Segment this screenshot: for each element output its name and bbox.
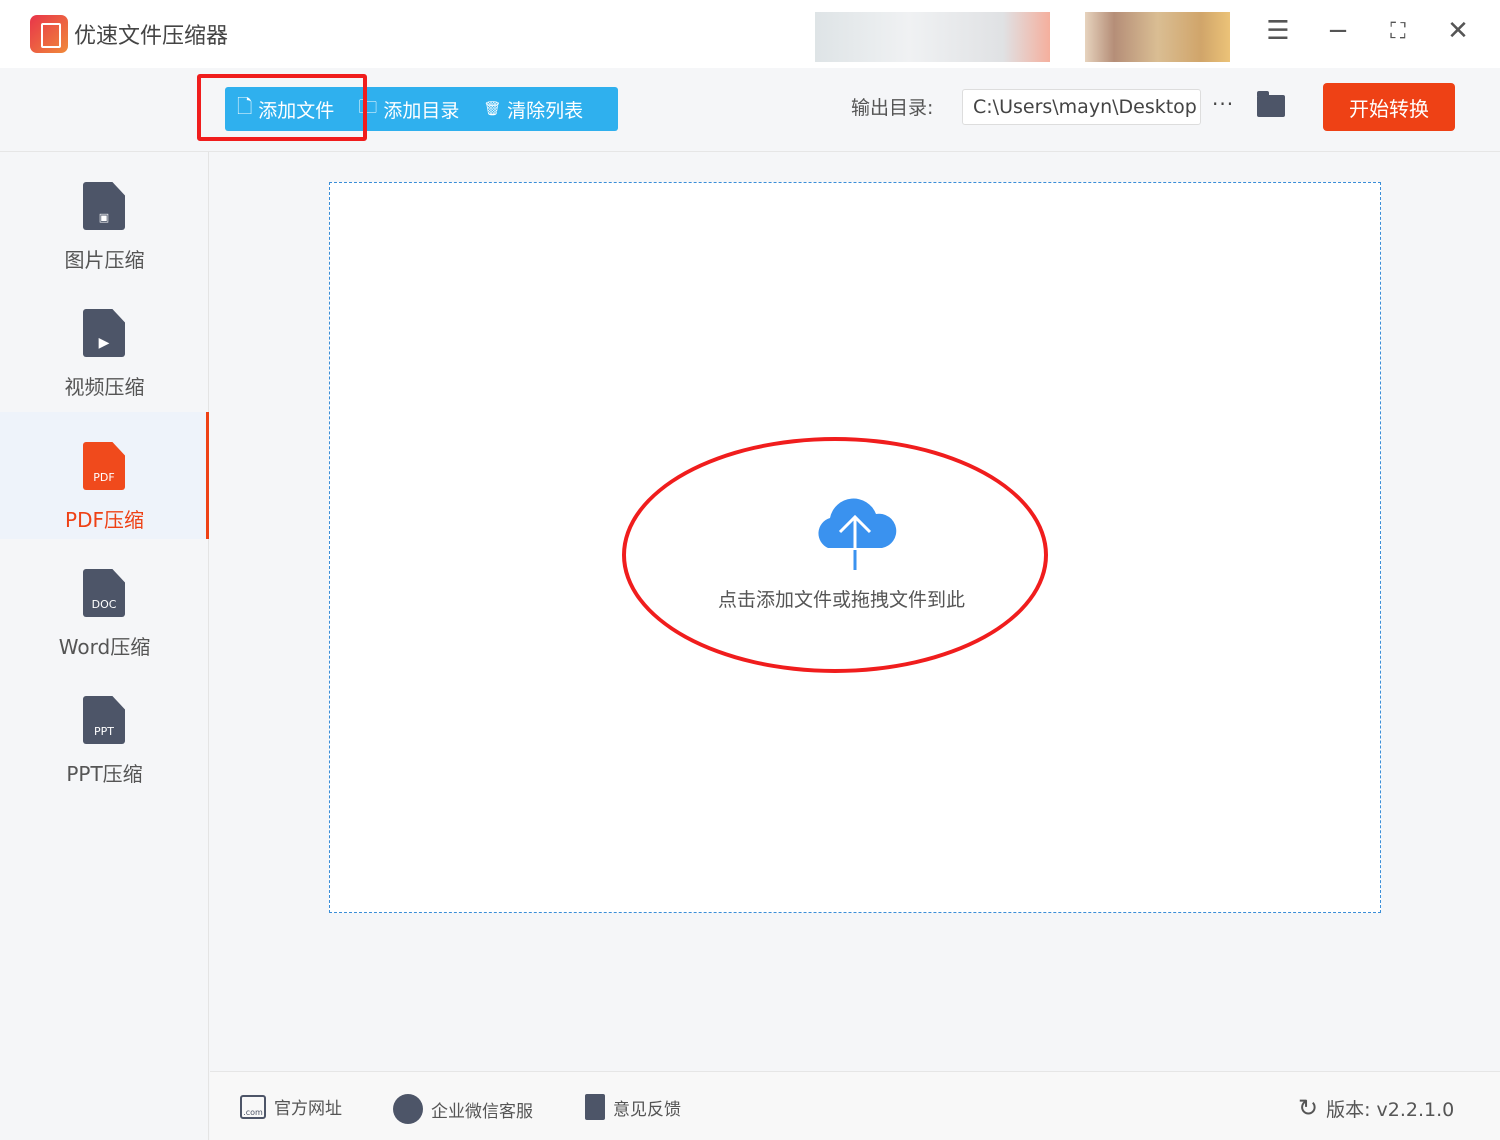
highlight-box-annotation	[197, 74, 367, 141]
sidebar-item-image[interactable]: ▣ 图片压缩	[0, 152, 209, 279]
clear-list-button[interactable]: 🗑 清除列表	[471, 87, 595, 131]
minimize-icon[interactable]: −	[1320, 16, 1356, 46]
clear-list-label: 清除列表	[507, 96, 583, 123]
wechat-support-link[interactable]: 企业微信客服	[393, 1094, 533, 1124]
refresh-icon: ↻	[1298, 1094, 1318, 1122]
blurred-avatar	[1085, 12, 1230, 62]
open-folder-icon[interactable]	[1257, 95, 1285, 117]
website-label: 官方网址	[274, 1094, 342, 1119]
sidebar: ▣ 图片压缩 ▶ 视频压缩 PDF PDF压缩 DOC Word压缩 PPT PPT压缩	[0, 152, 209, 1140]
feedback-icon	[585, 1094, 605, 1120]
sidebar-item-label: 图片压缩	[0, 244, 209, 273]
ppt-file-icon: PPT	[83, 696, 125, 744]
sidebar-item-pdf[interactable]: PDF PDF压缩	[0, 412, 209, 539]
feedback-label: 意见反馈	[613, 1095, 681, 1120]
app-title: 优速文件压缩器	[74, 18, 228, 50]
website-link[interactable]: .com 官方网址	[240, 1094, 342, 1119]
trash-icon: 🗑	[483, 101, 501, 117]
pdf-file-icon: PDF	[83, 442, 125, 490]
image-file-icon: ▣	[83, 182, 125, 230]
video-file-icon: ▶	[83, 309, 125, 357]
browse-more-button[interactable]: ···	[1212, 92, 1234, 116]
sidebar-item-label: PDF压缩	[0, 504, 209, 533]
doc-file-icon: DOC	[83, 569, 125, 617]
sidebar-item-label: 视频压缩	[0, 371, 209, 400]
wechat-label: 企业微信客服	[431, 1097, 533, 1122]
footer: .com 官方网址 企业微信客服 意见反馈 ↻ 版本: v2.2.1.0	[210, 1071, 1500, 1140]
maximize-icon[interactable]: ⛶	[1380, 19, 1416, 44]
start-convert-button[interactable]: 开始转换	[1323, 83, 1455, 131]
title-bar: 优速文件压缩器 ☰ − ⛶ ✕	[0, 0, 1500, 68]
close-icon[interactable]: ✕	[1440, 16, 1476, 46]
chat-icon	[393, 1094, 423, 1124]
output-dir-label: 输出目录:	[851, 93, 933, 120]
version-label: 版本: v2.2.1.0	[1326, 1095, 1454, 1122]
website-icon: .com	[240, 1095, 266, 1119]
sidebar-item-ppt[interactable]: PPT PPT压缩	[0, 666, 209, 793]
sidebar-item-label: PPT压缩	[0, 758, 209, 787]
feedback-link[interactable]: 意见反馈	[585, 1094, 681, 1120]
menu-icon[interactable]: ☰	[1260, 16, 1296, 46]
add-folder-label: 添加目录	[383, 96, 459, 123]
sidebar-item-label: Word压缩	[0, 631, 209, 660]
sidebar-item-video[interactable]: ▶ 视频压缩	[0, 279, 209, 406]
app-logo-icon	[30, 15, 68, 53]
sidebar-item-word[interactable]: DOC Word压缩	[0, 539, 209, 666]
highlight-ellipse-annotation	[622, 437, 1048, 673]
version-info[interactable]: ↻ 版本: v2.2.1.0	[1298, 1094, 1454, 1122]
output-dir-input[interactable]: C:\Users\mayn\Desktop	[962, 89, 1201, 125]
blurred-user-info	[815, 12, 1050, 62]
